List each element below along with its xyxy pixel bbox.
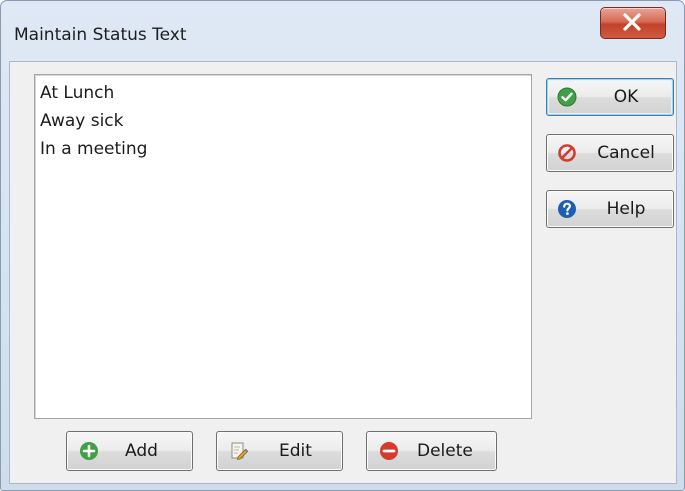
ok-label: OK bbox=[613, 87, 639, 107]
no-entry-icon bbox=[558, 144, 576, 162]
pencil-document-icon bbox=[231, 442, 249, 460]
plus-circle-icon bbox=[80, 442, 98, 460]
add-button[interactable]: Add bbox=[66, 431, 193, 471]
dialog-body: At Lunch Away sick In a meeting OK Cance… bbox=[9, 61, 677, 484]
dialog-window: Maintain Status Text At Lunch Away sick … bbox=[0, 0, 685, 491]
list-item[interactable]: In a meeting bbox=[40, 135, 147, 163]
help-button[interactable]: Help bbox=[546, 190, 674, 228]
edit-label: Edit bbox=[279, 441, 312, 461]
add-label: Add bbox=[125, 441, 158, 461]
close-button[interactable] bbox=[600, 7, 666, 39]
list-item[interactable]: At Lunch bbox=[40, 79, 114, 107]
question-circle-icon bbox=[558, 200, 576, 218]
minus-circle-icon bbox=[380, 442, 398, 460]
status-text-list[interactable]: At Lunch Away sick In a meeting bbox=[34, 74, 532, 419]
check-circle-icon bbox=[557, 87, 577, 107]
title-bar[interactable]: Maintain Status Text bbox=[1, 1, 684, 61]
window-title: Maintain Status Text bbox=[14, 25, 187, 45]
cancel-label: Cancel bbox=[597, 143, 655, 163]
help-label: Help bbox=[606, 199, 646, 219]
delete-label: Delete bbox=[417, 441, 473, 461]
edit-button[interactable]: Edit bbox=[216, 431, 343, 471]
ok-button[interactable]: OK bbox=[546, 78, 674, 116]
cancel-button[interactable]: Cancel bbox=[546, 134, 674, 172]
close-icon bbox=[623, 13, 641, 31]
list-item[interactable]: Away sick bbox=[40, 107, 124, 135]
delete-button[interactable]: Delete bbox=[366, 431, 497, 471]
